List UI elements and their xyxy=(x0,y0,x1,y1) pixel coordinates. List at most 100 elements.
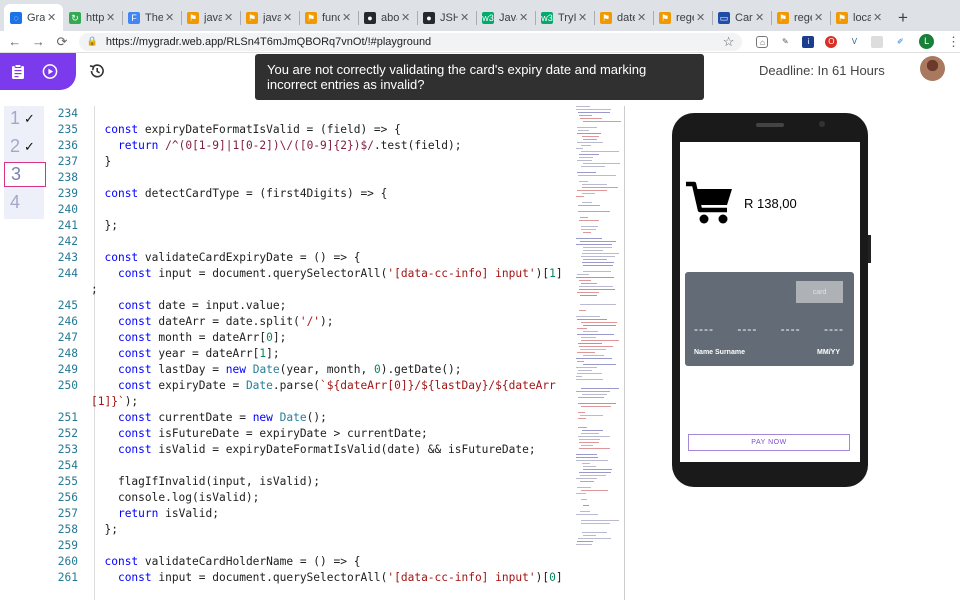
browser-tab[interactable]: w3 TryIt✕ xyxy=(535,4,594,31)
minimap-line xyxy=(576,478,597,479)
code-line[interactable]: ; xyxy=(91,282,98,298)
tab-title: javas xyxy=(204,11,222,24)
code-editor[interactable]: 234 235 const expiryDateFormatIsValid = (… xyxy=(44,106,624,600)
code-line[interactable]: const expiryDate = Date.parse(`${dateArr… xyxy=(91,378,556,394)
code-line[interactable]: const isFutureDate = expiryDate > curren… xyxy=(91,426,428,442)
code-line[interactable]: const year = dateArr[1]; xyxy=(91,346,280,362)
pay-now-button[interactable]: PAY NOW xyxy=(688,434,850,451)
code-line[interactable]: console.log(isValid); xyxy=(91,490,259,506)
tab-title: abou xyxy=(381,11,399,24)
code-line[interactable]: const input = document.querySelectorAll(… xyxy=(91,570,563,586)
shopping-cart-icon xyxy=(685,178,735,228)
minimap-line xyxy=(583,535,596,536)
step-item-1[interactable]: 1 ✓ xyxy=(4,106,44,131)
close-icon[interactable]: ✕ xyxy=(814,11,824,24)
blue-info-icon[interactable]: i xyxy=(802,35,815,48)
browser-tab[interactable]: F The ✕ xyxy=(122,4,181,31)
step-item-3[interactable]: 3 xyxy=(4,162,46,187)
browser-tab[interactable]: ↻ http ✕ xyxy=(63,4,122,31)
minimap-line xyxy=(576,244,612,245)
vue-icon[interactable]: V xyxy=(848,35,861,48)
close-icon[interactable]: ✕ xyxy=(637,11,647,24)
browser-tab[interactable]: ◌ Grad✕ xyxy=(4,4,63,31)
code-line[interactable]: const isValid = expiryDateFormatIsValid(… xyxy=(91,442,536,458)
tab-title: JSH xyxy=(440,11,458,24)
browser-tab[interactable]: ● JSH ✕ xyxy=(417,4,476,31)
close-icon[interactable]: ✕ xyxy=(755,11,765,24)
step-number: 4 xyxy=(10,192,21,212)
browser-tab[interactable]: ⚑ javas✕ xyxy=(181,4,240,31)
code-line[interactable]: return /^(0[1-9]|1[0-2])\/([0-9]{2})$/.t… xyxy=(91,138,462,154)
code-line[interactable]: }; xyxy=(91,218,117,234)
browser-tab[interactable]: ⚑ rege✕ xyxy=(771,4,830,31)
code-line[interactable]: const lastDay = new Date(year, month, 0)… xyxy=(91,362,462,378)
close-icon[interactable]: ✕ xyxy=(47,11,57,24)
code-line[interactable]: const date = input.value; xyxy=(91,298,286,314)
red-opera-icon[interactable]: O xyxy=(825,35,838,48)
minimap-line xyxy=(580,304,616,305)
close-icon[interactable]: ✕ xyxy=(224,11,234,24)
code-line[interactable]: const input = document.querySelectorAll(… xyxy=(91,266,563,282)
browser-tab[interactable]: ⚑ javas✕ xyxy=(240,4,299,31)
close-icon[interactable]: ✕ xyxy=(283,11,293,24)
code-line[interactable]: }; xyxy=(91,522,117,538)
code-line[interactable]: const month = dateArr[0]; xyxy=(91,330,286,346)
forward-icon[interactable]: → xyxy=(30,34,48,49)
history-icon[interactable] xyxy=(88,62,106,80)
code-line[interactable]: [1]}`); xyxy=(91,394,138,410)
profile-avatar-icon[interactable]: L xyxy=(919,34,934,49)
code-line[interactable]: const validateCardExpiryDate = () => { xyxy=(91,250,360,266)
back-icon[interactable]: ← xyxy=(6,34,24,49)
code-line[interactable]: const detectCardType = (first4Digits) =>… xyxy=(91,186,387,202)
reload-icon[interactable]: ⟳ xyxy=(53,34,71,50)
close-icon[interactable]: ✕ xyxy=(519,11,529,24)
minimap-line xyxy=(577,352,595,353)
checkmark-icon: ✓ xyxy=(24,110,35,126)
play-circle-icon[interactable] xyxy=(42,64,58,80)
code-line[interactable]: const validateCardHolderName = () => { xyxy=(91,554,360,570)
minimap-line xyxy=(576,457,598,458)
close-icon[interactable]: ✕ xyxy=(106,11,116,24)
extension-puzzle-icon[interactable]: ✎ xyxy=(779,35,792,48)
code-minimap[interactable] xyxy=(572,106,624,551)
new-tab-icon[interactable]: + xyxy=(889,4,917,31)
code-line[interactable]: return isValid; xyxy=(91,506,219,522)
minimap-line xyxy=(577,133,601,134)
browser-tab[interactable]: w3 Java✕ xyxy=(476,4,535,31)
close-icon[interactable]: ✕ xyxy=(165,11,175,24)
code-line[interactable]: const dateArr = date.split('/'); xyxy=(91,314,334,330)
browser-tab[interactable]: ▭ Card✕ xyxy=(712,4,771,31)
clipboard-icon[interactable] xyxy=(10,63,26,80)
step-item-4[interactable]: 4 xyxy=(4,190,44,215)
browser-tab[interactable]: ⚑ func✕ xyxy=(299,4,358,31)
browser-tab[interactable]: ⚑ rege✕ xyxy=(653,4,712,31)
close-icon[interactable]: ✕ xyxy=(873,11,883,24)
minimap-line xyxy=(582,430,603,431)
minimap-line xyxy=(582,136,599,137)
close-icon[interactable]: ✕ xyxy=(401,11,411,24)
close-icon[interactable]: ✕ xyxy=(578,11,588,24)
user-avatar[interactable] xyxy=(920,56,945,81)
validation-toast: You are not correctly validating the car… xyxy=(255,54,704,100)
bookmark-star-icon[interactable]: ☆ xyxy=(723,34,735,50)
browser-menu-icon[interactable]: ⋮ xyxy=(947,34,960,50)
pocket-icon[interactable]: ⌂ xyxy=(756,35,769,48)
edit-extension-icon[interactable]: ✐ xyxy=(894,35,907,48)
browser-tab[interactable]: ⚑ date✕ xyxy=(594,4,653,31)
code-line[interactable]: const currentDate = new Date(); xyxy=(91,410,327,426)
code-line[interactable]: } xyxy=(91,154,111,170)
code-line[interactable]: flagIfInvalid(input, isValid); xyxy=(91,474,320,490)
close-icon[interactable]: ✕ xyxy=(460,11,470,24)
browser-tab[interactable]: ● abou✕ xyxy=(358,4,417,31)
editor-divider xyxy=(624,106,625,600)
step-item-2[interactable]: 2 ✓ xyxy=(4,134,44,159)
browser-tab[interactable]: ⚑ loca ✕ xyxy=(830,4,889,31)
minimap-line xyxy=(582,184,607,185)
line-number: 246 xyxy=(57,315,78,328)
minimap-line xyxy=(582,202,592,203)
address-bar[interactable]: 🔒 https://mygradr.web.app/RLSn4T6mJmQBOR… xyxy=(78,32,743,51)
code-line[interactable]: const expiryDateFormatIsValid = (field) … xyxy=(91,122,400,138)
close-icon[interactable]: ✕ xyxy=(342,11,352,24)
grey-extension-icon[interactable] xyxy=(871,35,884,48)
close-icon[interactable]: ✕ xyxy=(696,11,706,24)
